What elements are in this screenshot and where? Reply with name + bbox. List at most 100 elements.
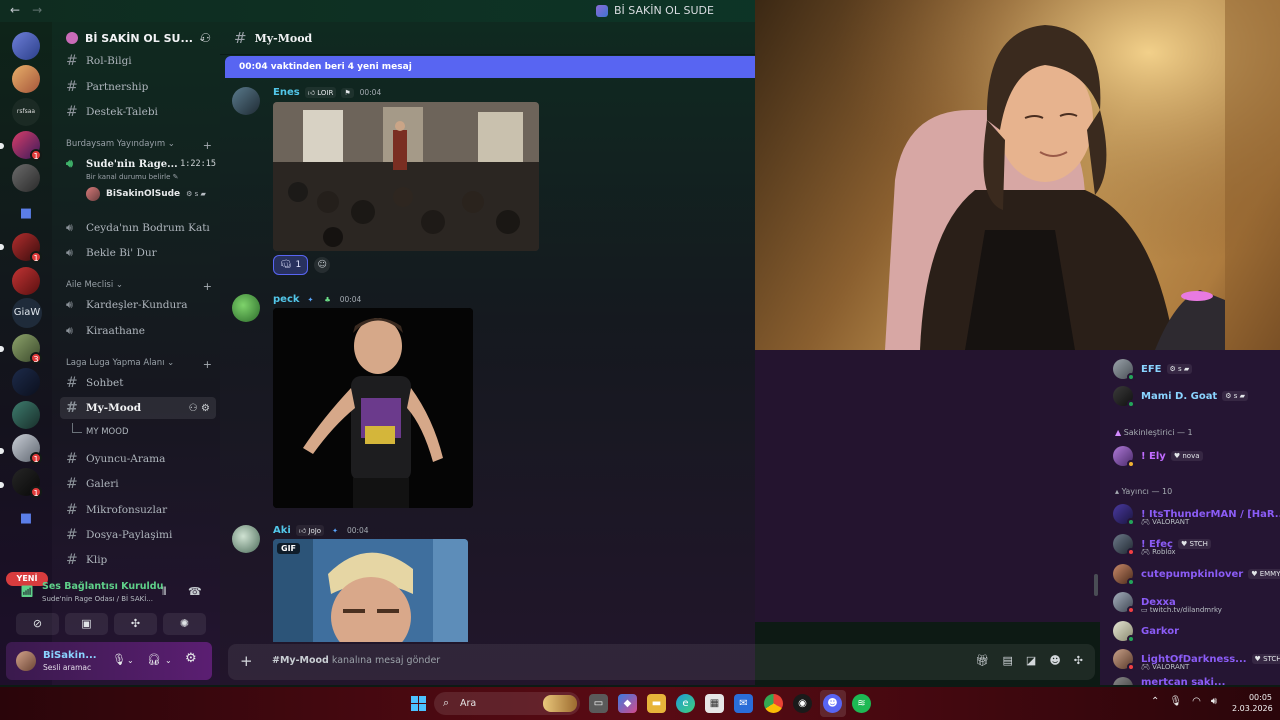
volume-icon[interactable]: 🔊︎	[1211, 696, 1217, 707]
activities-button[interactable]: ✣	[114, 613, 157, 635]
invite-icon[interactable]: ⚇	[189, 403, 198, 414]
gif-attachment[interactable]: GIF	[273, 539, 468, 642]
author-name[interactable]: peck	[273, 294, 300, 305]
server-icon[interactable]	[12, 368, 40, 396]
channel-klip[interactable]: # Klip	[60, 549, 216, 571]
disconnect-icon[interactable]: ☎	[188, 585, 202, 598]
headphones-icon[interactable]: 🎧︎	[147, 653, 161, 666]
avatar[interactable]	[232, 87, 260, 115]
attach-plus-icon[interactable]: +	[240, 652, 253, 670]
reaction-button[interactable]: 👊︎ 1	[273, 255, 309, 275]
server-icon[interactable]: rsfsaa	[12, 98, 40, 126]
avatar[interactable]	[16, 651, 36, 671]
category-header[interactable]: Laga Luga Yapma Alanı ⌄ +	[66, 358, 212, 371]
noise-suppression-icon[interactable]: ⫴	[162, 585, 167, 599]
add-reaction-icon[interactable]: ☺	[314, 257, 331, 273]
spotify-icon[interactable]: ≋	[852, 694, 871, 713]
member-item[interactable]: Garkor	[1113, 621, 1179, 643]
channel-kiraathane[interactable]: 🔊︎ Kiraathane	[60, 320, 216, 342]
signal-icon[interactable]: 📶︎	[20, 585, 34, 598]
server-icon[interactable]: 1	[12, 131, 42, 161]
voice-channel-live[interactable]: 🔊︎ Sude'nin Rage... 1:22:15 Bir kanal duru…	[66, 157, 216, 201]
server-icon[interactable]: 1	[12, 434, 42, 464]
author-name[interactable]: Enes	[273, 87, 300, 98]
server-icon[interactable]	[12, 267, 40, 295]
store-icon[interactable]: ◆	[618, 694, 637, 713]
discord-icon[interactable]: ☻	[823, 694, 842, 713]
microphone-icon[interactable]: 🎙︎	[112, 653, 126, 666]
image-attachment[interactable]	[273, 102, 539, 251]
category-header[interactable]: Burdaysam Yayındayım ⌄ +	[66, 139, 212, 152]
wifi-icon[interactable]: ◠	[1192, 696, 1201, 707]
add-channel-icon[interactable]: +	[203, 358, 212, 371]
server-giaw[interactable]: GiaW	[12, 298, 42, 328]
member-item[interactable]: LightOfDarkness... ♥ STCH 🎮︎ VALORANT	[1113, 649, 1280, 671]
message-input[interactable]: #My-Mood kanalına mesaj gönder	[272, 655, 440, 666]
member-item[interactable]: Mami D. Goat ⚙ ꜱ ▰	[1113, 386, 1248, 408]
emoji-icon[interactable]: ☻	[1049, 654, 1060, 667]
server-icon[interactable]: 3	[12, 334, 42, 364]
channel-rol-bilgi[interactable]: # Rol-Bilgi	[60, 50, 216, 72]
add-channel-icon[interactable]: +	[203, 139, 212, 152]
category-header[interactable]: Aile Meclisi ⌄ +	[66, 280, 212, 293]
channel-partnership[interactable]: # Partnership	[60, 76, 216, 98]
forward-arrow-icon[interactable]: →	[32, 3, 42, 17]
channel-destek-talebi[interactable]: # Destek-Talebi	[60, 101, 216, 123]
server-icon[interactable]	[12, 65, 40, 93]
server-icon[interactable]: 1	[12, 233, 42, 263]
guild-tag[interactable]: 👍︎ LOIR	[304, 87, 337, 98]
voice-location[interactable]: Sude'nin Rage Odası / Bİ SAKİ...	[42, 595, 153, 603]
server-icon[interactable]	[12, 164, 40, 192]
camera-off-button[interactable]: ⊘	[16, 613, 59, 635]
avatar[interactable]	[232, 294, 260, 322]
member-item[interactable]: ! ItsThunderMAN / [HaR... 🎮︎ VALORANT	[1113, 504, 1280, 526]
start-button[interactable]	[411, 696, 426, 711]
channel-galeri[interactable]: # Galeri	[60, 473, 216, 495]
apps-icon[interactable]: ✣	[1074, 654, 1083, 667]
guild-tag[interactable]: 👍︎ JoJo	[295, 525, 325, 536]
mail-icon[interactable]: ✉	[734, 694, 753, 713]
image-attachment[interactable]	[273, 308, 473, 508]
channel-kardesler-kundura[interactable]: 🔊︎ Kardeşler-Kundura	[60, 294, 216, 316]
channel-actions[interactable]: ⚇ ⚙	[189, 403, 210, 414]
thread-my-mood[interactable]: MY MOOD	[72, 423, 129, 437]
sticker-icon[interactable]: ◪	[1026, 654, 1036, 667]
channel-my-mood[interactable]: # My-Mood ⚇ ⚙	[60, 397, 216, 419]
edge-icon[interactable]: e	[676, 694, 695, 713]
voice-channel-bekle[interactable]: 🔊︎ Bekle Bi' Dur	[60, 242, 216, 264]
channel-dosya-paylasimi[interactable]: # Dosya-Paylaşimi	[60, 524, 216, 546]
chevron-up-icon[interactable]: ⌃	[1151, 696, 1159, 707]
member-item[interactable]: mertcan saki...	[1113, 677, 1225, 685]
avatar[interactable]	[232, 525, 260, 553]
gif-icon[interactable]: ▤	[1003, 654, 1013, 667]
voice-channel-bodrum[interactable]: 🔊︎ Ceyda'nın Bodrum Katı	[60, 217, 216, 239]
voice-status[interactable]: Ses Bağlantısı Kuruldu	[42, 581, 163, 592]
folder-icon[interactable]: ■	[12, 200, 40, 228]
member-item[interactable]: ! Efeç ♥ STCH 🎮︎ Roblox	[1113, 534, 1211, 556]
screen-share-button[interactable]: ▣	[65, 613, 108, 635]
channel-mikrofonsuzlar[interactable]: # Mikrofonsuzlar	[60, 499, 216, 521]
member-item[interactable]: EFE ⚙ ꜱ ▰	[1113, 359, 1193, 381]
add-channel-icon[interactable]: +	[203, 280, 212, 293]
channel-status[interactable]: Bir kanal durumu belirle ✎	[66, 173, 216, 181]
chevron-down-icon[interactable]: ⌄	[127, 656, 134, 665]
member-list-scrollbar[interactable]	[1094, 574, 1098, 596]
user-name[interactable]: BiSakin...	[43, 650, 97, 661]
chevron-down-icon[interactable]: ⌄	[165, 656, 172, 665]
member-item[interactable]: Dexxa ▭ twitch.tv/dilandmrky	[1113, 592, 1222, 614]
soundboard-button[interactable]: ✺	[163, 613, 206, 635]
member-item[interactable]: ! Ely ♥ nova	[1113, 446, 1203, 468]
ms-store-icon[interactable]: ▦	[705, 694, 724, 713]
chrome-icon[interactable]	[764, 694, 783, 713]
server-icon[interactable]	[12, 401, 40, 429]
author-name[interactable]: Aki	[273, 525, 291, 536]
server-icon[interactable]: 1	[12, 468, 42, 498]
back-arrow-icon[interactable]: ←	[10, 3, 20, 17]
microphone-icon[interactable]: 🎙︎	[1169, 696, 1182, 707]
gear-icon[interactable]: ⚙	[185, 651, 197, 666]
gift-icon[interactable]: 🎁︎	[976, 654, 990, 667]
member-item[interactable]: cutepumpkinlover ♥ EMMY	[1113, 564, 1280, 586]
voice-user[interactable]: BiSakinOlSude ⚙ ꜱ ▰	[66, 187, 216, 201]
folder-icon[interactable]: ■	[12, 505, 40, 533]
taskbar-search[interactable]: ⌕ Ara	[434, 692, 580, 715]
